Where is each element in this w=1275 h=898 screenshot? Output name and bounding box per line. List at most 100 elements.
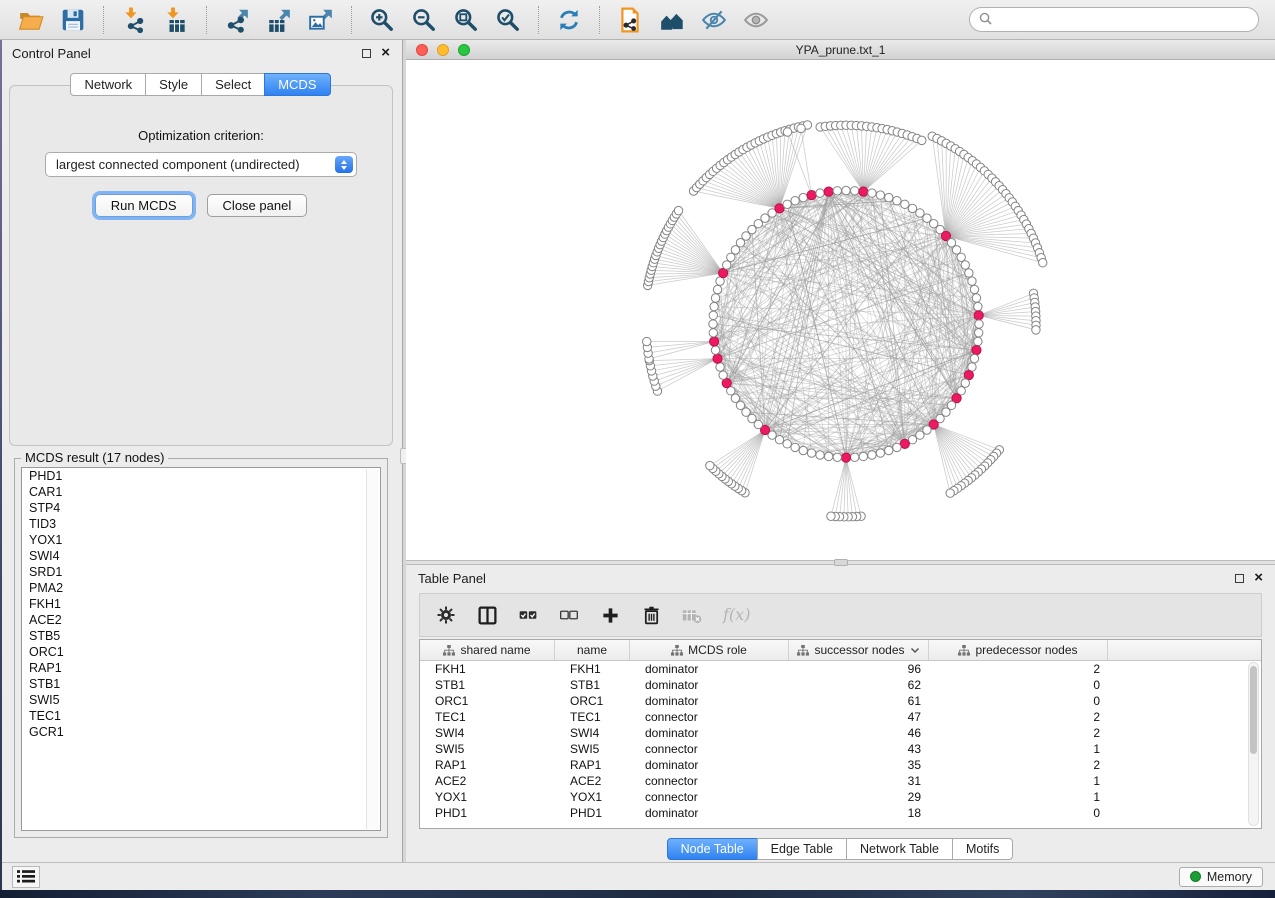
network-hub-node[interactable] xyxy=(824,187,833,196)
table-row[interactable]: TEC1TEC1connector472 xyxy=(420,709,1261,725)
network-node[interactable] xyxy=(885,446,893,454)
mcds-result-item[interactable]: SWI5 xyxy=(22,692,380,708)
network-node[interactable] xyxy=(859,452,867,460)
column-header-MCDS-role[interactable]: MCDS role xyxy=(630,640,789,660)
column-header-predecessor-nodes[interactable]: predecessor nodes xyxy=(929,640,1108,660)
network-node[interactable] xyxy=(918,136,926,144)
network-node[interactable] xyxy=(876,191,884,199)
network-node[interactable] xyxy=(775,435,783,443)
network-node[interactable] xyxy=(946,489,954,497)
mcds-result-item[interactable]: CAR1 xyxy=(22,484,380,500)
network-node[interactable] xyxy=(916,431,924,439)
import-network-button[interactable] xyxy=(113,3,155,37)
close-panel-icon[interactable]: × xyxy=(381,48,390,58)
network-node[interactable] xyxy=(643,337,651,345)
network-node[interactable] xyxy=(723,261,731,269)
network-hub-node[interactable] xyxy=(719,268,728,277)
network-node[interactable] xyxy=(974,302,982,310)
mcds-result-item[interactable]: ACE2 xyxy=(22,612,380,628)
network-node[interactable] xyxy=(709,329,717,337)
search-field[interactable] xyxy=(969,7,1259,32)
tab-node-table[interactable]: Node Table xyxy=(667,838,758,860)
show-columns-button[interactable] xyxy=(475,601,499,629)
window-minimize-icon[interactable] xyxy=(437,44,449,56)
float-table-panel-icon[interactable] xyxy=(1235,574,1244,583)
column-header-name[interactable]: name xyxy=(555,640,630,660)
export-network-button[interactable] xyxy=(216,3,258,37)
window-close-icon[interactable] xyxy=(416,44,428,56)
network-node[interactable] xyxy=(816,451,824,459)
network-node[interactable] xyxy=(968,363,976,371)
zoom-in-button[interactable] xyxy=(361,3,403,37)
refresh-button[interactable] xyxy=(548,3,590,37)
tab-network[interactable]: Network xyxy=(70,73,146,96)
network-node[interactable] xyxy=(713,285,721,293)
network-node[interactable] xyxy=(716,277,724,285)
memory-button[interactable]: Memory xyxy=(1179,867,1263,887)
network-node[interactable] xyxy=(783,128,791,136)
network-node[interactable] xyxy=(968,277,976,285)
mcds-result-item[interactable]: STP4 xyxy=(22,500,380,516)
network-hub-node[interactable] xyxy=(972,345,981,354)
mcds-result-item[interactable]: ORC1 xyxy=(22,644,380,660)
mcds-result-item[interactable]: STB1 xyxy=(22,676,380,692)
network-node[interactable] xyxy=(868,189,876,197)
network-node[interactable] xyxy=(797,124,805,132)
network-hub-node[interactable] xyxy=(807,190,816,199)
network-node[interactable] xyxy=(893,196,901,204)
network-node[interactable] xyxy=(719,371,727,379)
hide-selected-button[interactable] xyxy=(693,3,735,37)
network-node[interactable] xyxy=(807,449,815,457)
network-node[interactable] xyxy=(1039,259,1047,267)
tab-select[interactable]: Select xyxy=(201,73,265,96)
window-maximize-icon[interactable] xyxy=(458,44,470,56)
network-node[interactable] xyxy=(710,302,718,310)
network-hub-node[interactable] xyxy=(841,453,850,462)
network-node[interactable] xyxy=(799,193,807,201)
network-canvas[interactable] xyxy=(406,60,1275,560)
network-hub-node[interactable] xyxy=(964,371,973,380)
tab-motifs[interactable]: Motifs xyxy=(952,838,1013,860)
network-node[interactable] xyxy=(711,346,719,354)
export-table-button[interactable] xyxy=(258,3,300,37)
tab-style[interactable]: Style xyxy=(145,73,202,96)
network-hub-node[interactable] xyxy=(900,439,909,448)
table-row[interactable]: SWI4SWI4dominator462 xyxy=(420,725,1261,741)
create-column-button[interactable] xyxy=(598,601,622,629)
save-session-button[interactable] xyxy=(52,3,94,37)
table-row[interactable]: YOX1YOX1connector291 xyxy=(420,789,1261,805)
network-node[interactable] xyxy=(972,294,980,302)
network-hub-node[interactable] xyxy=(859,187,868,196)
zoom-fit-button[interactable] xyxy=(445,3,487,37)
network-node[interactable] xyxy=(957,253,965,261)
network-node[interactable] xyxy=(711,294,719,302)
mcds-result-item[interactable]: YOX1 xyxy=(22,532,380,548)
network-node[interactable] xyxy=(824,452,832,460)
mcds-result-item[interactable]: SRD1 xyxy=(22,564,380,580)
mcds-result-item[interactable]: RAP1 xyxy=(22,660,380,676)
network-node[interactable] xyxy=(908,204,916,212)
deselect-all-button[interactable] xyxy=(557,601,581,629)
table-row[interactable]: STB1STB1dominator620 xyxy=(420,677,1261,693)
table-scrollbar[interactable] xyxy=(1248,662,1259,826)
mcds-result-item[interactable]: TID3 xyxy=(22,516,380,532)
optimization-criterion-select[interactable]: largest connected component (undirected) xyxy=(45,152,357,177)
settings-button[interactable] xyxy=(434,601,458,629)
import-table-button[interactable] xyxy=(155,3,197,37)
open-session-button[interactable] xyxy=(10,3,52,37)
table-row[interactable]: FKH1FKH1dominator962 xyxy=(420,661,1261,677)
mcds-result-item[interactable]: PHD1 xyxy=(22,468,380,484)
mcds-list-scrollbar[interactable] xyxy=(366,469,379,829)
network-node[interactable] xyxy=(952,246,960,254)
export-image-button[interactable] xyxy=(300,3,342,37)
network-hub-node[interactable] xyxy=(710,337,719,346)
mcds-result-list[interactable]: PHD1CAR1STP4TID3YOX1SWI4SRD1PMA2FKH1ACE2… xyxy=(21,467,381,831)
column-header-successor-nodes[interactable]: successor nodes xyxy=(789,640,929,660)
show-hidden-button[interactable] xyxy=(735,3,777,37)
network-node[interactable] xyxy=(783,440,791,448)
network-node[interactable] xyxy=(833,187,841,195)
search-input[interactable] xyxy=(997,13,1249,27)
network-node[interactable] xyxy=(842,186,850,194)
network-node[interactable] xyxy=(709,320,717,328)
network-node[interactable] xyxy=(961,379,969,387)
